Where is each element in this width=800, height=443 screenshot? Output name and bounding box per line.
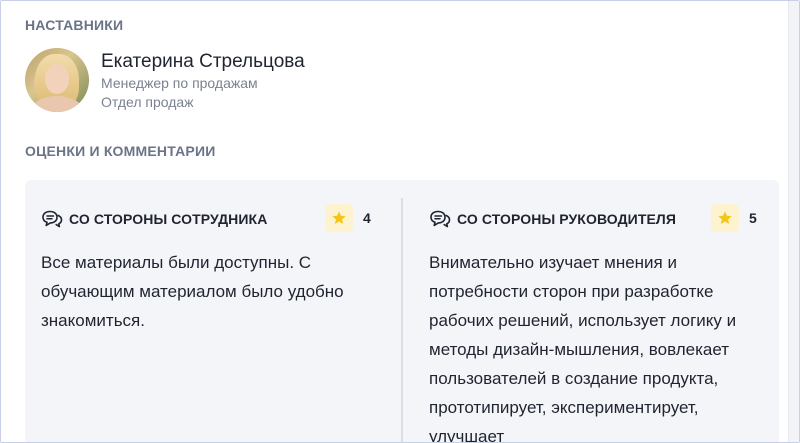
chat-bubble-icon — [430, 210, 451, 228]
mentor-position: Менеджер по продажам — [101, 75, 258, 91]
manager-rating-title: СО СТОРОНЫ РУКОВОДИТЕЛЯ — [457, 211, 677, 227]
employee-comment: Все материалы были доступны. С обучающим… — [41, 253, 344, 330]
star-badge — [325, 204, 353, 232]
employee-rating-title: СО СТОРОНЫ СОТРУДНИКА — [69, 211, 268, 227]
manager-rating-column: СО СТОРОНЫ РУКОВОДИТЕЛЯ 5 Внимательно из… — [429, 180, 769, 443]
manager-rating-score: 5 — [711, 204, 757, 232]
column-divider — [401, 198, 403, 442]
ratings-card: СО СТОРОНЫ СОТРУДНИКА 4 Все материалы бы… — [25, 180, 779, 443]
star-badge — [711, 204, 739, 232]
mentor-name: Екатерина Стрельцова — [101, 51, 305, 72]
employee-rating-header: СО СТОРОНЫ СОТРУДНИКА 4 — [41, 204, 381, 234]
manager-comment: Внимательно изучает мнения и потребности… — [429, 253, 737, 443]
avatar — [25, 48, 89, 112]
star-icon — [332, 211, 346, 224]
mentor-info: Екатерина Стрельцова Менеджер по продажа… — [101, 48, 305, 112]
star-icon — [718, 211, 732, 224]
employee-rating-score: 4 — [325, 204, 371, 232]
manager-rating-header: СО СТОРОНЫ РУКОВОДИТЕЛЯ 5 — [429, 204, 769, 234]
mentor-panel: НАСТАВНИКИ Екатерина Стрельцова Менеджер… — [0, 0, 800, 443]
mentor-card[interactable]: Екатерина Стрельцова Менеджер по продажа… — [25, 48, 305, 112]
manager-score-value: 5 — [749, 210, 757, 226]
employee-rating-column: СО СТОРОНЫ СОТРУДНИКА 4 Все материалы бы… — [41, 180, 381, 335]
mentor-department: Отдел продаж — [101, 94, 194, 110]
chat-bubble-icon — [42, 210, 63, 228]
employee-score-value: 4 — [363, 210, 371, 226]
ratings-section-title: ОЦЕНКИ И КОММЕНТАРИИ — [25, 143, 216, 159]
mentors-section-title: НАСТАВНИКИ — [25, 17, 124, 33]
scrollbar[interactable] — [788, 1, 799, 442]
